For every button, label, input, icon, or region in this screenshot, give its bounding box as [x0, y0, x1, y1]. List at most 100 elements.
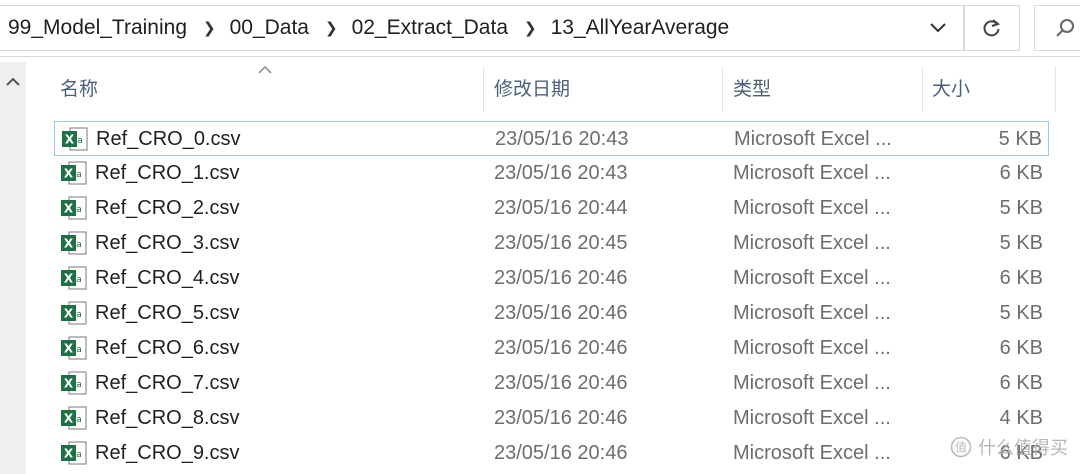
- file-size: 6 KB: [999, 337, 1043, 359]
- file-row[interactable]: a X Ref_CRO_4.csv 23/05/16 20:46 Microsoft E…: [54, 261, 1049, 296]
- chevron-right-icon[interactable]: ❯: [311, 21, 350, 36]
- file-type: Microsoft Excel ...: [733, 337, 891, 359]
- svg-text:X: X: [64, 342, 74, 356]
- svg-text:a: a: [76, 345, 82, 355]
- file-modified-date: 23/05/16 20:43: [494, 162, 628, 184]
- column-header-type[interactable]: 类型: [733, 62, 771, 112]
- file-row[interactable]: a X Ref_CRO_3.csv 23/05/16 20:45 Microsoft E…: [54, 226, 1049, 261]
- chevron-right-icon[interactable]: ❯: [510, 21, 549, 36]
- excel-csv-icon: aX: [61, 406, 87, 430]
- breadcrumb: 99_Model_Training ❯ 00_Data ❯ 02_Extract…: [6, 0, 731, 56]
- file-type: Microsoft Excel ...: [734, 128, 892, 150]
- file-type: Microsoft Excel ...: [733, 442, 891, 464]
- file-size: 6 KB: [999, 372, 1043, 394]
- svg-text:a: a: [76, 275, 82, 285]
- search-input[interactable]: [1034, 5, 1080, 51]
- chevron-right-icon[interactable]: ❯: [189, 21, 228, 36]
- svg-text:a: a: [76, 205, 82, 215]
- file-size: 5 KB: [999, 302, 1043, 324]
- file-name: Ref_CRO_5.csv: [95, 302, 240, 324]
- file-type: Microsoft Excel ...: [733, 197, 891, 219]
- file-size: 5 KB: [999, 197, 1043, 219]
- breadcrumb-item-data[interactable]: 00_Data: [228, 16, 311, 40]
- refresh-button[interactable]: [964, 5, 1020, 51]
- svg-text:a: a: [76, 380, 82, 390]
- file-modified-date: 23/05/16 20:46: [494, 372, 628, 394]
- file-row[interactable]: a X Ref_CRO_1.csv 23/05/16 20:43 Microsoft E…: [54, 156, 1049, 191]
- svg-text:X: X: [64, 377, 74, 391]
- svg-text:X: X: [64, 412, 74, 426]
- file-modified-date: 23/05/16 20:46: [494, 267, 628, 289]
- file-size: 5 KB: [999, 232, 1043, 254]
- excel-csv-icon: aX: [62, 127, 88, 151]
- file-type: Microsoft Excel ...: [733, 407, 891, 429]
- file-size: 4 KB: [999, 407, 1043, 429]
- file-name: Ref_CRO_0.csv: [96, 128, 241, 150]
- svg-text:X: X: [64, 447, 74, 461]
- file-type: Microsoft Excel ...: [733, 267, 891, 289]
- file-row[interactable]: a X Ref_CRO_5.csv 23/05/16 20:46 Microsoft E…: [54, 296, 1049, 331]
- file-name: Ref_CRO_6.csv: [95, 337, 240, 359]
- file-row[interactable]: a X Ref_CRO_2.csv 23/05/16 20:44 Microsoft E…: [54, 191, 1049, 226]
- breadcrumb-item-allyearaverage[interactable]: 13_AllYearAverage: [549, 16, 732, 40]
- svg-text:X: X: [64, 167, 74, 181]
- file-row[interactable]: a X Ref_CRO_8.csv 23/05/16 20:46 Microsoft E…: [54, 401, 1049, 436]
- file-row[interactable]: a X Ref_CRO_9.csv 23/05/16 20:46 Microsoft E…: [54, 436, 1049, 471]
- scroll-up-button[interactable]: [0, 62, 26, 100]
- file-type: Microsoft Excel ...: [733, 302, 891, 324]
- file-type: Microsoft Excel ...: [733, 162, 891, 184]
- svg-text:X: X: [64, 272, 74, 286]
- column-header-name[interactable]: 名称: [60, 62, 98, 112]
- address-bar: 99_Model_Training ❯ 00_Data ❯ 02_Extract…: [0, 0, 1080, 57]
- chevron-down-icon[interactable]: [923, 16, 953, 40]
- file-row[interactable]: a X Ref_CRO_0.csv 23/05/16 20:43 Microsoft E…: [54, 121, 1049, 156]
- svg-text:a: a: [76, 415, 82, 425]
- file-name: Ref_CRO_8.csv: [95, 407, 240, 429]
- excel-csv-icon: aX: [61, 336, 87, 360]
- column-header-date[interactable]: 修改日期: [494, 62, 570, 112]
- file-modified-date: 23/05/16 20:46: [494, 407, 628, 429]
- svg-text:X: X: [64, 307, 74, 321]
- file-name: Ref_CRO_1.csv: [95, 162, 240, 184]
- file-modified-date: 23/05/16 20:43: [495, 128, 629, 150]
- excel-csv-icon: aX: [61, 266, 87, 290]
- svg-text:X: X: [64, 237, 74, 251]
- column-divider[interactable]: [722, 66, 723, 112]
- svg-text:a: a: [76, 240, 82, 250]
- svg-text:X: X: [64, 202, 74, 216]
- svg-text:X: X: [65, 133, 75, 147]
- file-row[interactable]: a X Ref_CRO_6.csv 23/05/16 20:46 Microsoft E…: [54, 331, 1049, 366]
- svg-text:值: 值: [955, 440, 967, 455]
- file-size: 6 KB: [999, 267, 1043, 289]
- watermark-text: 什么值得买: [978, 438, 1068, 458]
- chevron-up-icon: [6, 77, 20, 86]
- watermark: 值 什么值得买: [950, 434, 1068, 460]
- file-name: Ref_CRO_4.csv: [95, 267, 240, 289]
- file-modified-date: 23/05/16 20:44: [494, 197, 628, 219]
- file-name: Ref_CRO_2.csv: [95, 197, 240, 219]
- sort-ascending-icon: [258, 62, 272, 77]
- vertical-scrollbar[interactable]: [0, 62, 26, 474]
- refresh-icon: [983, 19, 1001, 37]
- column-header: 名称 修改日期 类型 大小: [26, 62, 1080, 112]
- file-row[interactable]: a X Ref_CRO_7.csv 23/05/16 20:46 Microsoft E…: [54, 366, 1049, 401]
- column-header-size[interactable]: 大小: [932, 62, 970, 112]
- svg-text:a: a: [76, 170, 82, 180]
- excel-csv-icon: aX: [61, 441, 87, 465]
- column-divider[interactable]: [1055, 66, 1056, 112]
- file-name: Ref_CRO_3.csv: [95, 232, 240, 254]
- file-modified-date: 23/05/16 20:46: [494, 337, 628, 359]
- file-modified-date: 23/05/16 20:46: [494, 302, 628, 324]
- excel-csv-icon: aX: [61, 196, 87, 220]
- file-name: Ref_CRO_9.csv: [95, 442, 240, 464]
- file-modified-date: 23/05/16 20:45: [494, 232, 628, 254]
- file-type: Microsoft Excel ...: [733, 372, 891, 394]
- breadcrumb-item-model-training[interactable]: 99_Model_Training: [6, 16, 189, 40]
- excel-csv-icon: aX: [61, 301, 87, 325]
- search-icon: [1056, 19, 1074, 37]
- column-divider[interactable]: [483, 66, 484, 112]
- breadcrumb-item-extract-data[interactable]: 02_Extract_Data: [350, 16, 510, 40]
- column-divider[interactable]: [922, 66, 923, 112]
- excel-csv-icon: aX: [61, 231, 87, 255]
- excel-csv-icon: aX: [61, 161, 87, 185]
